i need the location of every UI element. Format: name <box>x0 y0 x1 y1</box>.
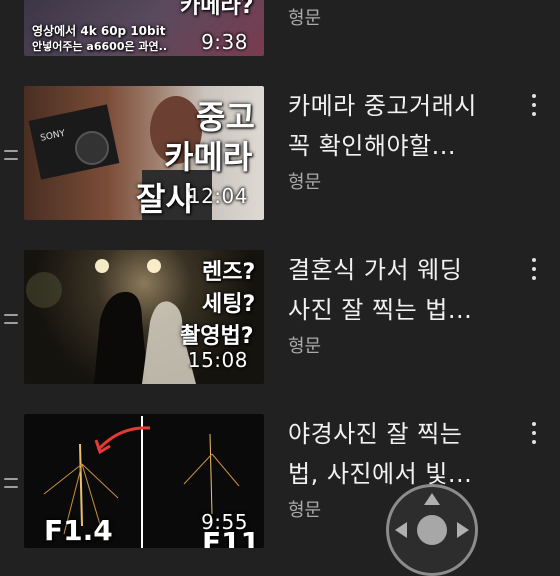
list-item[interactable]: SONY 중고 카메라 잘사 12:04 카메라 중고거래시 꼭 확인해야할..… <box>0 86 560 226</box>
video-title[interactable]: 야경사진 잘 찍는 법, 사진에서 빛... <box>288 414 516 494</box>
list-item[interactable]: 카메라? 영상에서 4k 60p 10bit 안넣어주는 a6600은 과연..… <box>0 0 560 60</box>
channel-name[interactable]: 형문 <box>288 4 321 30</box>
video-thumbnail[interactable]: 렌즈? 세팅? 촬영법? 15:08 <box>24 250 264 384</box>
thumbnail-overlay-text: F1.4 <box>44 514 113 547</box>
more-vert-icon[interactable] <box>530 422 538 444</box>
video-duration: 15:08 <box>187 348 248 372</box>
video-duration: 9:38 <box>201 30 248 54</box>
channel-name[interactable]: 형문 <box>288 332 321 358</box>
video-title[interactable]: 결혼식 가서 웨딩 사진 잘 찍는 법... <box>288 250 516 330</box>
video-thumbnail[interactable]: SONY 중고 카메라 잘사 12:04 <box>24 86 264 220</box>
video-duration: 9:55 <box>201 510 248 534</box>
more-vert-icon[interactable] <box>530 94 538 116</box>
thumbnail-overlay-text: 세팅? <box>202 292 256 317</box>
channel-name[interactable]: 형문 <box>288 496 321 522</box>
video-duration: 12:04 <box>187 184 248 208</box>
list-item[interactable]: 렌즈? 세팅? 촬영법? 15:08 결혼식 가서 웨딩 사진 잘 찍는 법..… <box>0 250 560 390</box>
video-thumbnail[interactable]: 카메라? 영상에서 4k 60p 10bit 안넣어주는 a6600은 과연..… <box>24 0 264 56</box>
video-title[interactable]: 카메라 중고거래시 꼭 확인해야할... <box>288 86 516 166</box>
drag-handle-icon[interactable] <box>4 150 18 160</box>
video-thumbnail[interactable]: F1.4 F11 9:55 <box>24 414 264 548</box>
drag-handle-icon[interactable] <box>4 314 18 324</box>
more-vert-icon[interactable] <box>530 258 538 280</box>
thumbnail-overlay-text: 카메라? <box>180 0 254 19</box>
thumbnail-overlay-text: 안넣어주는 a6600은 과연.. <box>32 40 168 53</box>
thumbnail-overlay-text: 촬영법? <box>180 324 254 349</box>
channel-name[interactable]: 형문 <box>288 168 321 194</box>
dpad-icon[interactable] <box>386 484 478 576</box>
thumbnail-overlay-text: 렌즈? <box>202 260 256 285</box>
thumbnail-overlay-text: 카메라 <box>164 138 253 176</box>
drag-handle-icon[interactable] <box>4 478 18 488</box>
dpad-arrows <box>395 493 469 545</box>
thumbnail-overlay-text: 잘사 <box>136 180 195 218</box>
thumbnail-overlay-text: 영상에서 4k 60p 10bit <box>32 24 166 38</box>
